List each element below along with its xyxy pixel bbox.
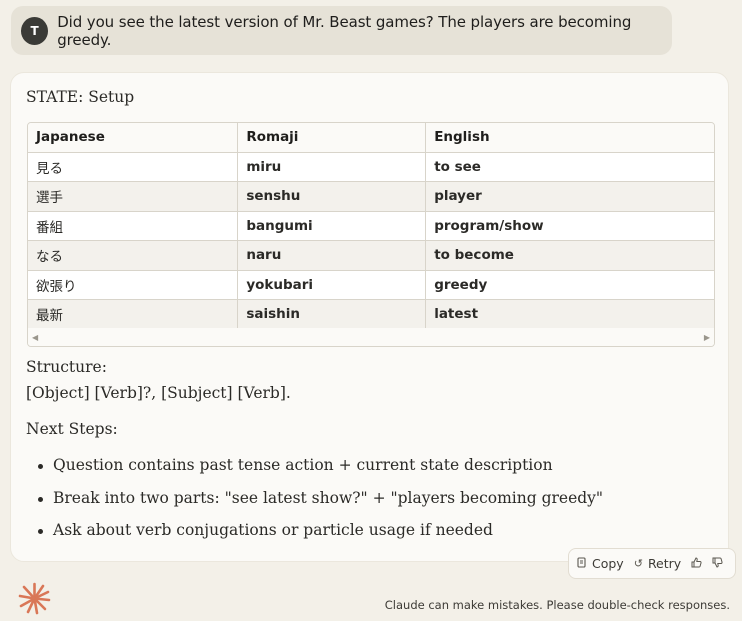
cell-japanese: 選手 xyxy=(28,181,239,212)
copy-button[interactable]: Copy xyxy=(577,556,624,571)
cell-english: greedy xyxy=(425,270,714,300)
cell-english: to become xyxy=(425,240,714,271)
assistant-response: STATE: Setup Japanese Romaji English 見る … xyxy=(10,72,729,562)
user-message-text: Did you see the latest version of Mr. Be… xyxy=(57,12,632,49)
cell-english: program/show xyxy=(425,211,714,241)
table-row: 番組 bangumi program/show xyxy=(28,211,714,241)
cell-japanese: 番組 xyxy=(28,211,239,241)
cell-romaji: saishin xyxy=(237,299,427,330)
vocab-table: Japanese Romaji English 見る miru to see 選… xyxy=(28,123,714,330)
list-item: Question contains past tense action + cu… xyxy=(37,456,603,489)
user-message-bubble: T Did you see the latest version of Mr. … xyxy=(11,6,672,55)
horizontal-scrollbar[interactable]: ◀ ▶ xyxy=(28,328,714,346)
column-header-romaji: Romaji xyxy=(237,123,427,153)
table-row: 見る miru to see xyxy=(28,152,714,182)
copy-icon xyxy=(577,556,587,571)
table-row: 欲張り yokubari greedy xyxy=(28,270,714,300)
retry-label: Retry xyxy=(647,556,682,571)
list-item: Ask about verb conjugations or particle … xyxy=(37,521,603,554)
cell-japanese: 欲張り xyxy=(28,270,239,300)
cell-romaji: naru xyxy=(237,240,427,271)
table-row: 選手 senshu player xyxy=(28,181,714,212)
cell-english: player xyxy=(425,181,714,212)
column-header-japanese: Japanese xyxy=(28,123,239,153)
cell-english: to see xyxy=(425,152,714,182)
user-avatar[interactable]: T xyxy=(21,16,49,45)
table-row: なる naru to become xyxy=(28,240,714,271)
thumbs-down-icon[interactable] xyxy=(712,557,723,571)
table-row: 最新 saishin latest xyxy=(28,299,714,330)
cell-romaji: miru xyxy=(237,152,427,182)
vocab-table-container[interactable]: Japanese Romaji English 見る miru to see 選… xyxy=(27,122,715,347)
thumbs-up-icon[interactable] xyxy=(691,556,702,571)
state-line: STATE: Setup xyxy=(26,88,135,106)
message-action-bar: Copy ↺ Retry xyxy=(568,548,736,579)
scroll-left-icon[interactable]: ◀ xyxy=(32,333,38,342)
cell-romaji: yokubari xyxy=(237,270,427,300)
cell-romaji: senshu xyxy=(237,181,427,212)
cell-japanese: なる xyxy=(28,240,239,271)
cell-japanese: 見る xyxy=(28,152,239,182)
next-steps-label: Next Steps: xyxy=(26,420,118,438)
column-header-english: English xyxy=(425,123,714,153)
retry-button[interactable]: ↺ Retry xyxy=(634,556,681,571)
next-steps-list: Question contains past tense action + cu… xyxy=(37,456,603,554)
cell-english: latest xyxy=(425,299,714,330)
retry-icon: ↺ xyxy=(633,557,643,570)
scroll-right-icon[interactable]: ▶ xyxy=(704,333,710,342)
list-item: Break into two parts: "see latest show?"… xyxy=(37,489,603,522)
cell-japanese: 最新 xyxy=(28,299,239,330)
table-header-row: Japanese Romaji English xyxy=(28,123,714,153)
structure-label: Structure: xyxy=(26,358,107,376)
structure-text: [Object] [Verb]?, [Subject] [Verb]. xyxy=(26,384,291,402)
disclaimer-text: Claude can make mistakes. Please double-… xyxy=(384,598,730,612)
copy-label: Copy xyxy=(592,556,624,571)
cell-romaji: bangumi xyxy=(237,211,427,241)
claude-logo-icon xyxy=(18,582,51,615)
